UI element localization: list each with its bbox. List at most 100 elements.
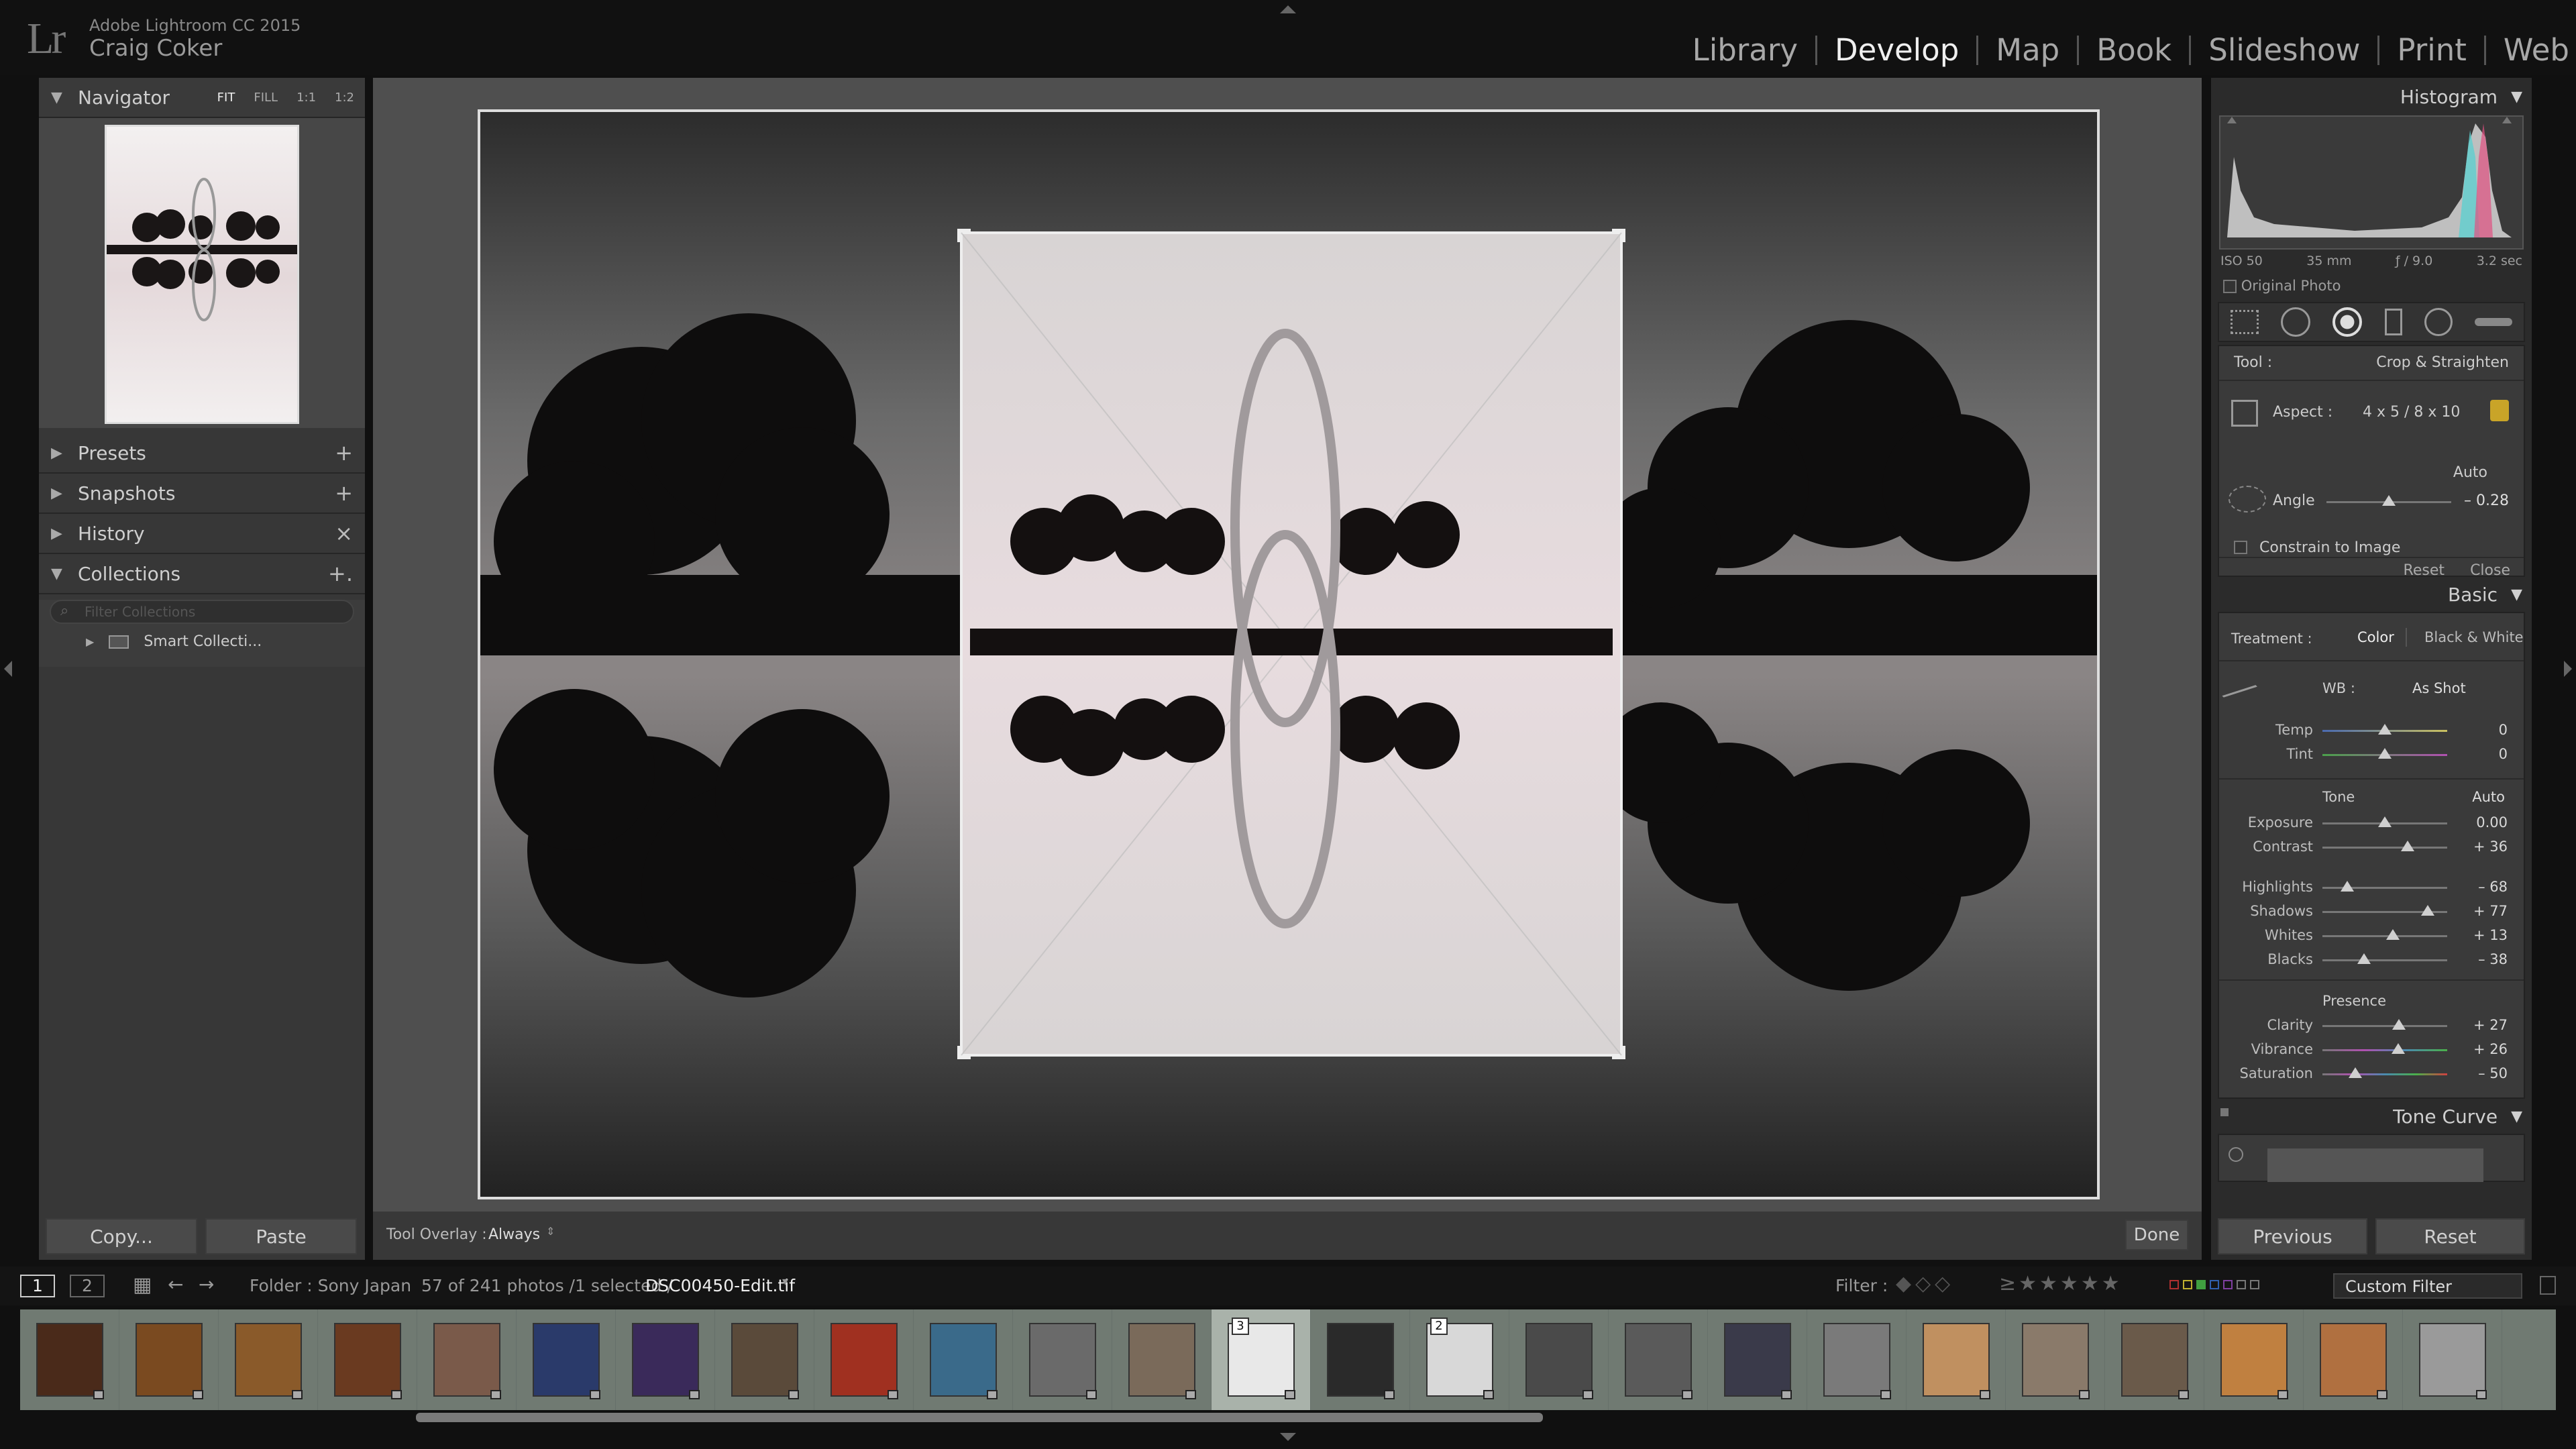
collapse-right-panel-icon[interactable] (2564, 661, 2572, 677)
basic-header[interactable]: Basic ▼ (2211, 577, 2532, 612)
panel-toggle-icon[interactable] (2220, 1108, 2229, 1116)
history-header[interactable]: ▶ History × (39, 514, 365, 554)
add-preset-button[interactable]: + (335, 440, 353, 466)
filmstrip-thumbnail[interactable] (2006, 1309, 2105, 1410)
done-button[interactable]: Done (2125, 1220, 2188, 1250)
straighten-tool-icon[interactable] (2229, 486, 2266, 513)
collections-header[interactable]: ▼ Collections +. (39, 554, 365, 594)
module-library[interactable]: Library (1693, 32, 1798, 68)
crop-close-button[interactable]: Close (2470, 562, 2510, 579)
blacks-slider-thumb[interactable] (2357, 953, 2371, 964)
previous-button[interactable]: Previous (2218, 1218, 2367, 1254)
forward-arrow-icon[interactable]: → (199, 1273, 214, 1295)
window-1-button[interactable]: 1 (20, 1275, 55, 1297)
treatment-color[interactable]: Color (2357, 629, 2394, 645)
white-balance-eyedropper-icon[interactable]: ╱ (2222, 675, 2256, 708)
original-photo-toggle[interactable]: Original Photo (2223, 278, 2532, 294)
filmstrip-thumbnail[interactable]: 3 (1212, 1309, 1311, 1410)
filmstrip-thumbnail[interactable] (1311, 1309, 1410, 1410)
filmstrip-thumbnail[interactable] (2304, 1309, 2403, 1410)
filmstrip-thumbnail[interactable] (517, 1309, 616, 1410)
module-slideshow[interactable]: Slideshow (2208, 32, 2360, 68)
graduated-filter-icon[interactable] (2384, 309, 2402, 335)
crop-reset-button[interactable]: Reset (2404, 562, 2445, 579)
filmstrip-thumbnail[interactable] (1112, 1309, 1212, 1410)
aspect-select[interactable]: 4 x 5 / 8 x 10 (2363, 404, 2460, 421)
histogram-header[interactable]: Histogram ▼ (2211, 78, 2532, 115)
angle-auto-button[interactable]: Auto (2453, 464, 2487, 481)
zoom-1-1[interactable]: 1:1 (297, 91, 316, 105)
copy-button[interactable]: Copy... (46, 1218, 197, 1254)
filmstrip-thumbnail[interactable] (417, 1309, 517, 1410)
snapshots-header[interactable]: ▶ Snapshots + (39, 474, 365, 514)
back-arrow-icon[interactable]: ← (168, 1273, 183, 1295)
color-label-filter[interactable] (2169, 1280, 2259, 1289)
blacks-slider[interactable] (2322, 959, 2447, 961)
reset-button[interactable]: Reset (2375, 1218, 2525, 1254)
temp-slider-thumb[interactable] (2378, 724, 2392, 735)
folder-path[interactable]: Folder : Sony Japan (250, 1276, 411, 1295)
wb-select[interactable]: As Shot (2412, 680, 2466, 696)
module-map[interactable]: Map (1996, 32, 2059, 68)
filter-lock-icon[interactable] (2540, 1276, 2556, 1295)
photo-canvas[interactable] (478, 109, 2100, 1199)
zoom-fit[interactable]: FIT (217, 91, 235, 105)
paste-button[interactable]: Paste (205, 1218, 357, 1254)
smart-collection-item[interactable]: ▶ Smart Collecti... (39, 624, 365, 650)
tone-auto-button[interactable]: Auto (2472, 789, 2505, 805)
filmstrip-thumbnail[interactable] (1708, 1309, 1807, 1410)
filmstrip-thumbnail[interactable] (2403, 1309, 2502, 1410)
navigator-thumbnail[interactable] (105, 125, 299, 424)
filmstrip-thumbnail[interactable] (715, 1309, 814, 1410)
module-web[interactable]: Web (2504, 32, 2569, 68)
clear-history-button[interactable]: × (335, 521, 353, 546)
adjustment-brush-icon[interactable] (2475, 318, 2513, 326)
vibrance-slider-thumb[interactable] (2392, 1043, 2405, 1054)
navigator-header[interactable]: ▼ Navigator FIT FILL 1:1 1:2 (39, 78, 365, 118)
contrast-slider[interactable] (2322, 847, 2447, 849)
collapse-filmstrip-icon[interactable] (1280, 1433, 1296, 1441)
constrain-checkbox[interactable] (2234, 541, 2247, 554)
filmstrip-thumbnail[interactable] (219, 1309, 318, 1410)
filter-collections-input[interactable]: ⌕ Filter Collections (50, 600, 354, 624)
tone-curve-graph[interactable] (2267, 1148, 2483, 1182)
flag-filter-icons[interactable]: ◆◇◇ (1896, 1272, 1954, 1295)
presets-header[interactable]: ▶ Presets + (39, 433, 365, 474)
filename[interactable]: DSC00450-Edit.tif (645, 1276, 795, 1295)
radial-filter-icon[interactable] (2424, 308, 2453, 336)
crop-frame-icon[interactable] (2231, 400, 2258, 427)
filmstrip-thumbnail[interactable] (814, 1309, 914, 1410)
tool-overlay-select[interactable]: Always (488, 1226, 540, 1243)
saturation-slider-thumb[interactable] (2349, 1067, 2362, 1078)
filmstrip-thumbnail[interactable] (1907, 1309, 2006, 1410)
tone-curve-header[interactable]: Tone Curve ▼ (2211, 1099, 2532, 1134)
window-2-button[interactable]: 2 (70, 1275, 105, 1297)
target-adjust-icon[interactable] (2229, 1147, 2243, 1162)
exposure-slider-thumb[interactable] (2378, 816, 2392, 827)
collapse-top-panel-icon[interactable] (1280, 5, 1296, 13)
filmstrip-thumbnail[interactable] (1013, 1309, 1112, 1410)
zoom-1-2[interactable]: 1:2 (335, 91, 354, 105)
filmstrip-scrollbar[interactable] (416, 1413, 1543, 1422)
collapse-left-panel-icon[interactable] (4, 661, 12, 677)
angle-slider-thumb[interactable] (2382, 495, 2396, 506)
vibrance-slider[interactable] (2322, 1049, 2447, 1051)
whites-slider-thumb[interactable] (2386, 929, 2400, 940)
custom-filter-select[interactable]: Custom Filter (2333, 1273, 2522, 1299)
tint-slider-thumb[interactable] (2378, 748, 2392, 759)
spot-removal-icon[interactable] (2280, 307, 2310, 337)
filmstrip-thumbnail[interactable] (20, 1309, 119, 1410)
filmstrip-thumbnail[interactable] (2204, 1309, 2304, 1410)
original-photo-checkbox[interactable] (2223, 280, 2237, 293)
whites-slider[interactable] (2322, 935, 2447, 937)
highlights-slider-thumb[interactable] (2341, 881, 2354, 892)
grid-icon[interactable]: ▦ (133, 1273, 152, 1297)
add-snapshot-button[interactable]: + (335, 480, 353, 506)
filmstrip-thumbnail[interactable] (2105, 1309, 2204, 1410)
filmstrip-thumbnail[interactable] (1609, 1309, 1708, 1410)
filmstrip-thumbnail[interactable] (914, 1309, 1013, 1410)
lock-icon[interactable] (2490, 400, 2509, 421)
module-print[interactable]: Print (2397, 32, 2467, 68)
filmstrip-thumbnail[interactable] (1807, 1309, 1907, 1410)
filmstrip-thumbnail[interactable] (1509, 1309, 1609, 1410)
